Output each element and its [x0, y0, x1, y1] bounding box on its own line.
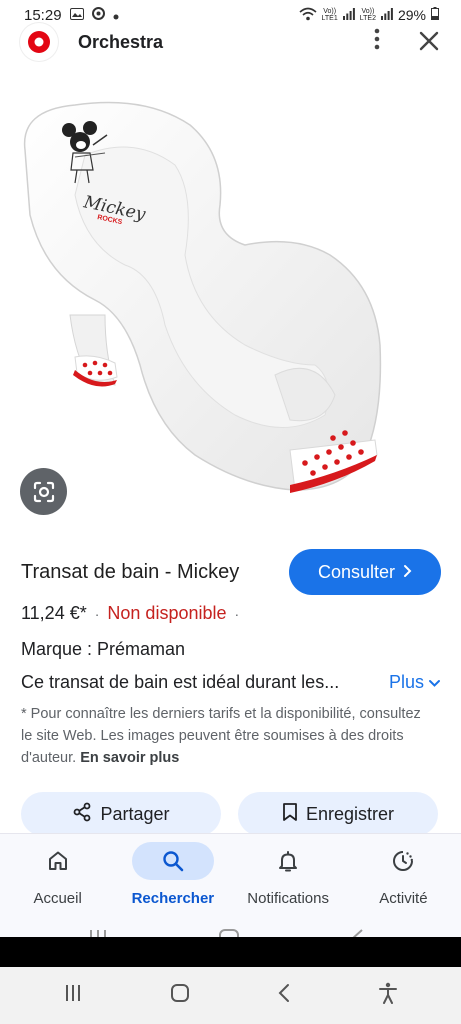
consult-button[interactable]: Consulter — [289, 549, 441, 595]
close-icon[interactable] — [417, 27, 441, 58]
share-button[interactable]: Partager — [21, 792, 221, 836]
save-button[interactable]: Enregistrer — [238, 792, 438, 836]
lte2-bottom: LTE2 — [359, 15, 376, 22]
lte1-bottom: LTE1 — [321, 15, 338, 22]
bookmark-icon — [282, 802, 298, 827]
signal2-icon — [380, 7, 393, 23]
wifi-icon — [299, 7, 317, 24]
more-label: Plus — [388, 672, 424, 692]
accessibility-icon[interactable] — [378, 982, 398, 1009]
signal1-icon — [342, 7, 355, 23]
lte2-indicator: Vo)) LTE2 — [360, 8, 376, 22]
home-icon — [48, 851, 67, 870]
description-row: Ce transat de bain est idéal durant les.… — [21, 672, 441, 693]
app-title: Orchestra — [78, 31, 164, 52]
lte1-top: Vo)) — [323, 8, 337, 15]
battery-percent: 29% — [397, 7, 426, 23]
product-price: 11,24 €* — [21, 603, 87, 623]
nav-label-notifications: Notifications — [247, 890, 329, 907]
product-image[interactable]: Mickey ROCKS — [15, 95, 395, 515]
consult-label: Consulter — [317, 561, 396, 582]
nav-item-activity[interactable]: Activité — [346, 842, 461, 938]
battery-icon — [431, 7, 439, 23]
search-icon — [163, 851, 184, 872]
system-nav-bar — [0, 967, 461, 1024]
more-options-icon[interactable] — [365, 28, 389, 56]
back-icon[interactable] — [277, 983, 291, 1008]
lte1-indicator: Vo)) LTE1 — [322, 8, 338, 22]
recent-apps-icon[interactable] — [63, 984, 83, 1007]
nav-activity-icon-wrap — [362, 842, 444, 880]
product-title-row: Transat de bain - Mickey Consulter — [21, 549, 441, 595]
more-link[interactable]: Plus — [389, 672, 441, 693]
lte2-top: Vo)) — [361, 8, 375, 15]
gallery-notification-icon — [69, 7, 84, 24]
home-button-icon[interactable] — [170, 983, 190, 1008]
nav-label-activity: Activité — [379, 890, 428, 907]
dot-notification-icon — [113, 7, 119, 24]
nav-label-search: Rechercher — [131, 890, 215, 907]
product-brand: Marque : Prémaman — [21, 639, 186, 659]
status-time: 15:29 — [24, 6, 62, 24]
availability-separator: · — [234, 605, 240, 622]
status-left: 15:29 — [24, 6, 119, 24]
price-row: 11,24 €* · Non disponible · — [21, 603, 239, 624]
lens-icon — [33, 481, 54, 502]
screen-divider-band — [0, 937, 461, 967]
disclaimer: * Pour connaître les derniers tarifs et … — [21, 703, 421, 769]
action-row: Partager Enregistrer — [21, 792, 438, 836]
nav-item-home[interactable]: Accueil — [0, 842, 115, 938]
nav-notifications-icon-wrap — [247, 842, 329, 880]
nav-home-icon-wrap — [17, 842, 99, 880]
chevron-down-icon — [428, 672, 441, 693]
product-title: Transat de bain - Mickey — [21, 560, 240, 583]
orchestra-logo — [20, 23, 58, 61]
bell-icon — [279, 851, 298, 872]
status-right: Vo)) LTE1 Vo)) LTE2 29% — [299, 7, 439, 24]
price-separator: · — [94, 605, 100, 622]
chrome-notification-icon — [91, 6, 105, 24]
activity-icon — [393, 851, 414, 871]
share-icon — [72, 802, 92, 827]
chevron-right-icon — [403, 562, 412, 583]
availability-status: Non disponible — [107, 603, 227, 623]
nav-item-notifications[interactable]: Notifications — [231, 842, 346, 938]
learn-more-link[interactable]: En savoir plus — [80, 750, 179, 766]
nav-item-search[interactable]: Rechercher — [115, 842, 230, 938]
app-bar: Orchestra — [0, 22, 461, 62]
product-description: Ce transat de bain est idéal durant les.… — [21, 672, 340, 692]
nav-search-icon-wrap — [131, 842, 214, 880]
bottom-nav: Accueil Rechercher Notifications Activit… — [0, 833, 461, 938]
save-label: Enregistrer — [305, 803, 395, 824]
nav-label-home: Accueil — [33, 890, 82, 907]
share-label: Partager — [100, 803, 170, 824]
lens-search-button[interactable] — [20, 468, 67, 515]
